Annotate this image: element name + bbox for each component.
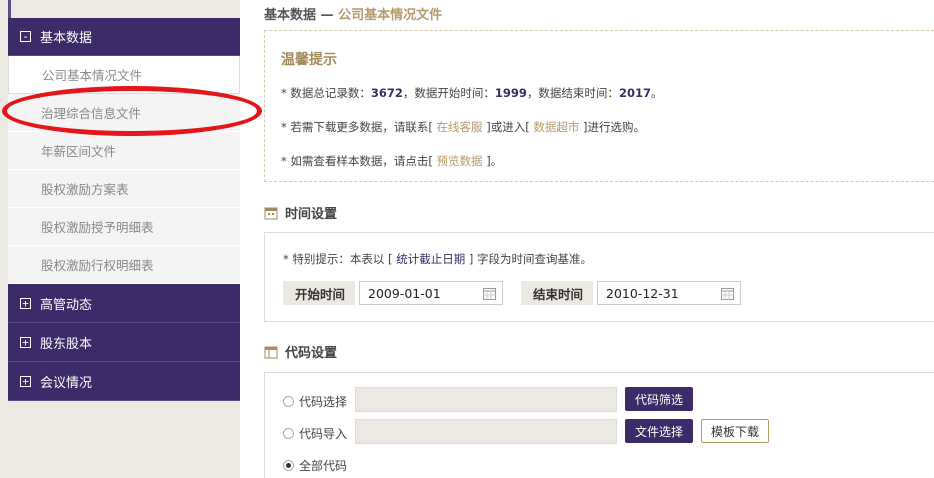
breadcrumb-current: 公司基本情况文件: [338, 8, 443, 23]
sidebar-item-company-basic[interactable]: 公司基本情况文件: [8, 56, 240, 94]
code-filter-button[interactable]: 代码筛选: [625, 387, 693, 411]
sidebar-section-shareholders[interactable]: + 股东股本: [8, 323, 240, 362]
time-settings-panel: * 特别提示：本表以 [ 统计截止日期 ] 字段为时间查询基准。 开始时间 20…: [264, 232, 934, 322]
sidebar-top-edge: [8, 0, 11, 18]
breadcrumb: 基本数据 — 公司基本情况文件: [264, 4, 442, 23]
sidebar-section-label: 基本数据: [40, 31, 93, 46]
preview-data-link[interactable]: 预览数据: [433, 154, 486, 168]
sidebar-section-executive[interactable]: + 高管动态: [8, 284, 240, 323]
sidebar-section-label: 高管动态: [40, 297, 93, 313]
sidebar-section-label: 股东股本: [40, 336, 93, 352]
template-download-button[interactable]: 模板下载: [701, 419, 769, 443]
code-import-input[interactable]: [355, 419, 617, 444]
notice-line-preview: * 如需查看样本数据，请点击[ 预览数据 ]。: [281, 154, 503, 168]
sidebar-item-equity-exercise[interactable]: 股权激励行权明细表: [8, 246, 240, 284]
all-codes-option[interactable]: 全部代码: [283, 457, 347, 474]
sidebar-item-label: 股权激励行权明细表: [41, 258, 154, 273]
end-year: 2017: [618, 86, 651, 100]
notice-box: 温馨提示 * 数据总记录数：3672，数据开始时间：1999，数据结束时间：20…: [264, 30, 934, 182]
table-icon: [264, 346, 278, 358]
sidebar-section-label: 会议情况: [40, 375, 93, 391]
end-date-label: 结束时间: [521, 281, 593, 305]
start-year: 1999: [494, 86, 527, 100]
minus-icon: -: [20, 31, 31, 42]
stat-date-field: 统计截止日期: [396, 252, 466, 266]
sidebar: - 基本数据 公司基本情况文件 治理综合信息文件 年薪区间文件 股权激励方案表 …: [8, 18, 240, 401]
notice-line-download: * 若需下载更多数据，请联系[ 在线客服 ]或进入[ 数据超市 ]进行选购。: [281, 120, 645, 134]
calendar-icon[interactable]: [721, 287, 734, 300]
radio-button[interactable]: [283, 396, 294, 407]
breadcrumb-separator: —: [316, 8, 339, 23]
calendar-icon: [264, 207, 278, 219]
code-settings-panel: 代码选择 代码筛选 代码导入 文件选择 模板下载 全部代码: [264, 372, 934, 478]
breadcrumb-root[interactable]: 基本数据: [264, 8, 316, 23]
time-settings-title: 时间设置: [264, 203, 337, 222]
record-count: 3672: [370, 86, 403, 100]
code-import-option[interactable]: 代码导入: [283, 425, 347, 442]
sidebar-item-label: 股权激励方案表: [41, 182, 129, 197]
sidebar-item-label: 治理综合信息文件: [41, 106, 142, 121]
sidebar-item-equity-grant[interactable]: 股权激励授予明细表: [8, 208, 240, 246]
notice-title: 温馨提示: [281, 52, 337, 68]
calendar-icon[interactable]: [483, 287, 496, 300]
plus-icon: +: [20, 336, 31, 348]
plus-icon: +: [20, 375, 31, 387]
code-select-option[interactable]: 代码选择: [283, 393, 347, 410]
plus-icon: +: [20, 297, 31, 309]
start-date-label: 开始时间: [283, 281, 355, 305]
notice-line-stats: * 数据总记录数：3672，数据开始时间：1999，数据结束时间：2017。: [281, 86, 663, 100]
time-note: * 特别提示：本表以 [ 统计截止日期 ] 字段为时间查询基准。: [283, 252, 592, 266]
sidebar-item-label: 年薪区间文件: [41, 144, 117, 159]
sidebar-item-governance[interactable]: 治理综合信息文件: [8, 94, 240, 132]
sidebar-section-meetings[interactable]: + 会议情况: [8, 362, 240, 401]
sidebar-item-salary-range[interactable]: 年薪区间文件: [8, 132, 240, 170]
code-settings-title: 代码设置: [264, 342, 337, 361]
radio-button[interactable]: [283, 428, 294, 439]
data-market-link[interactable]: 数据超市: [530, 120, 583, 134]
sidebar-item-equity-plan[interactable]: 股权激励方案表: [8, 170, 240, 208]
sidebar-item-label: 股权激励授予明细表: [41, 220, 154, 235]
file-select-button[interactable]: 文件选择: [625, 419, 693, 443]
end-date-input[interactable]: 2010-12-31: [597, 281, 741, 305]
online-service-link[interactable]: 在线客服: [433, 120, 486, 134]
sidebar-section-basic-data[interactable]: - 基本数据: [8, 18, 240, 56]
sidebar-item-label: 公司基本情况文件: [42, 68, 143, 83]
code-select-input[interactable]: [355, 387, 617, 412]
radio-button-selected[interactable]: [283, 460, 294, 471]
start-date-input[interactable]: 2009-01-01: [359, 281, 503, 305]
